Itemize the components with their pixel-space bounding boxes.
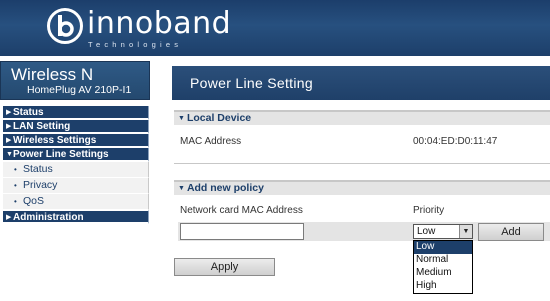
priority-option-high[interactable]: High <box>414 280 472 293</box>
nav-wireless-settings[interactable]: ▶ Wireless Settings <box>3 134 149 148</box>
nav-lan-setting[interactable]: ▶ LAN Setting <box>3 120 149 134</box>
nav-sub-status[interactable]: • Status <box>3 162 149 178</box>
bullet-icon: • <box>14 181 17 190</box>
nav-sub-qos[interactable]: • QoS <box>3 194 149 210</box>
mac-address-value: 00:04:ED:D0:11:47 <box>413 136 498 147</box>
chevron-right-icon: ▶ <box>6 137 12 144</box>
nav-sub-privacy[interactable]: • Privacy <box>3 178 149 194</box>
section-divider <box>174 163 550 164</box>
priority-option-low[interactable]: Low <box>414 241 472 254</box>
sidebar-nav: ▶ Status ▶ LAN Setting ▶ Wireless Settings … <box>3 106 149 224</box>
mac-address-label: MAC Address <box>180 136 242 147</box>
page-title: Power Line Setting <box>190 75 313 91</box>
product-model: HomePlug AV 210P-I1 <box>27 84 132 96</box>
product-box: Wireless N HomePlug AV 210P-I1 <box>0 61 150 100</box>
chevron-down-icon: ▼ <box>6 151 13 158</box>
priority-options-list: Low Normal Medium High <box>413 240 473 294</box>
section-local-device: ▼ Local Device <box>174 110 550 125</box>
add-button[interactable]: Add <box>478 223 544 241</box>
bullet-icon: • <box>14 165 17 174</box>
priority-select[interactable]: Low ▼ <box>413 224 473 239</box>
dropdown-arrow-icon[interactable]: ▼ <box>459 225 472 238</box>
chevron-right-icon: ▶ <box>6 123 12 130</box>
nav-power-line-settings[interactable]: ▼Power Line Settings <box>3 148 149 162</box>
product-name: Wireless N <box>11 65 94 84</box>
header-banner: innoband Technologies <box>0 0 550 56</box>
network-card-mac-input[interactable] <box>180 223 304 240</box>
brand-tagline: Technologies <box>88 40 183 49</box>
chevron-down-icon: ▼ <box>178 185 185 192</box>
page-title-bar: Power Line Setting <box>172 66 550 100</box>
apply-button[interactable]: Apply <box>174 258 275 276</box>
network-card-mac-label: Network card MAC Address <box>180 205 303 216</box>
brand-name: innoband <box>87 6 232 41</box>
nav-administration[interactable]: ▶ Administration <box>3 210 149 224</box>
brand-logo-icon <box>47 8 83 44</box>
priority-selected-value: Low <box>417 226 436 237</box>
priority-option-medium[interactable]: Medium <box>414 267 472 280</box>
section-add-new-policy: ▼ Add new policy <box>174 180 550 195</box>
chevron-right-icon: ▶ <box>6 109 12 116</box>
chevron-right-icon: ▶ <box>6 214 12 221</box>
nav-status[interactable]: ▶ Status <box>3 106 149 120</box>
priority-label: Priority <box>413 205 445 216</box>
priority-option-normal[interactable]: Normal <box>414 254 472 267</box>
bullet-icon: • <box>14 197 17 206</box>
chevron-down-icon: ▼ <box>178 115 185 122</box>
